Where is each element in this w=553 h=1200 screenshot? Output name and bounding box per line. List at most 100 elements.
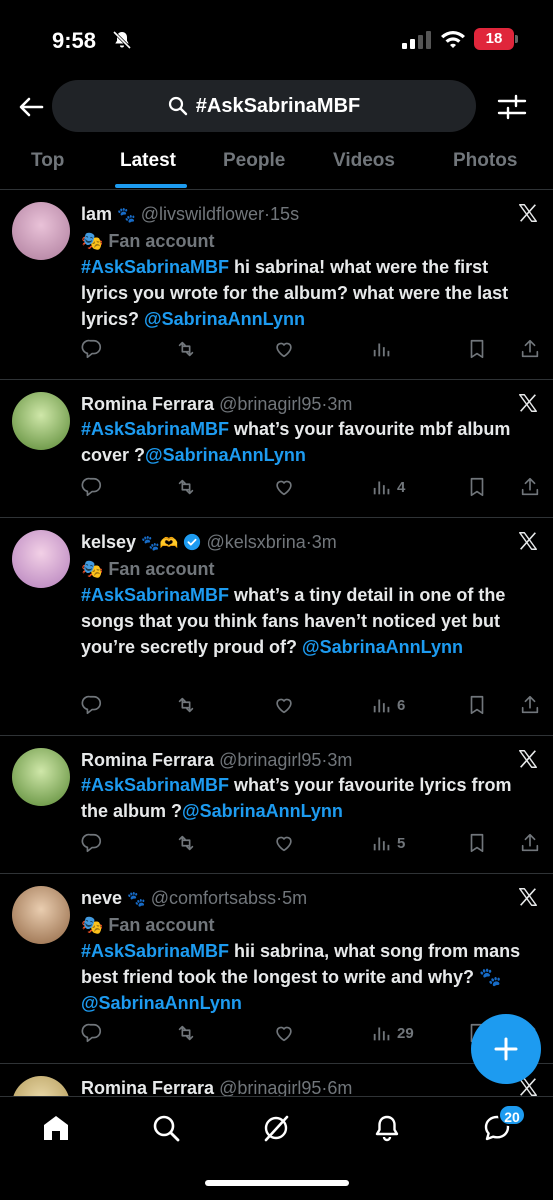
repost-icon	[178, 1025, 194, 1041]
hashtag-link[interactable]: #AskSabrinaMBF	[81, 257, 229, 277]
repost-button[interactable]	[175, 1022, 197, 1044]
theater-mask-icon: 🎭	[81, 231, 109, 251]
post[interactable]: kelsey 🐾🫶 @kelsxbrina·3m 🎭 Fan account #As…	[0, 518, 553, 736]
x-logo-icon[interactable]	[517, 748, 539, 770]
mention-link[interactable]: @SabrinaAnnLynn	[145, 445, 306, 465]
grok-icon[interactable]	[261, 1113, 291, 1143]
compose-post-button[interactable]	[471, 1014, 541, 1084]
fan-account-text: Fan account	[108, 231, 215, 251]
author-name[interactable]: neve	[81, 888, 122, 908]
share-icon	[521, 339, 539, 358]
x-logo-icon[interactable]	[517, 886, 539, 908]
reply-button[interactable]	[81, 476, 103, 498]
post[interactable]: Romina Ferrara @brinagirl95·3m #AskSabrin…	[0, 380, 553, 518]
author-handle[interactable]: @livswildflower	[141, 204, 264, 224]
x-logo-icon[interactable]	[517, 392, 539, 414]
reply-button[interactable]	[81, 694, 103, 716]
name-emoji: 🐾	[117, 207, 136, 224]
author-name[interactable]: Romina Ferrara	[81, 1078, 214, 1098]
repost-button[interactable]	[175, 338, 197, 360]
avatar[interactable]	[12, 748, 70, 806]
author-name[interactable]: kelsey	[81, 532, 136, 552]
share-button[interactable]	[519, 476, 541, 498]
hashtag-link[interactable]: #AskSabrinaMBF	[81, 775, 229, 795]
share-button[interactable]	[519, 832, 541, 854]
bookmark-icon	[470, 339, 484, 359]
views-button[interactable]: 4	[371, 476, 405, 498]
reply-button[interactable]	[81, 338, 103, 360]
tab-videos[interactable]: Videos	[333, 150, 395, 172]
repost-button[interactable]	[175, 832, 197, 854]
bookmark-button[interactable]	[466, 476, 488, 498]
views-chart-icon	[373, 481, 390, 495]
like-button[interactable]	[273, 338, 295, 360]
author-name[interactable]: lam	[81, 204, 112, 224]
bookmark-button[interactable]	[466, 338, 488, 360]
fan-account-text: Fan account	[108, 559, 215, 579]
post-header: Romina Ferrara @brinagirl95·3m	[81, 392, 529, 416]
mention-link[interactable]: @SabrinaAnnLynn	[144, 309, 305, 329]
author-handle[interactable]: @brinagirl95	[219, 1078, 321, 1098]
repost-button[interactable]	[175, 694, 197, 716]
search-input[interactable]: #AskSabrinaMBF	[52, 80, 476, 132]
hashtag-link[interactable]: #AskSabrinaMBF	[81, 419, 229, 439]
filter-settings-icon[interactable]	[496, 92, 528, 122]
active-tab-indicator	[115, 184, 187, 188]
avatar[interactable]	[12, 202, 70, 260]
back-arrow-icon[interactable]	[16, 92, 46, 122]
search-nav-icon[interactable]	[151, 1113, 181, 1143]
post-text: #AskSabrinaMBF what’s a tiny detail in o…	[81, 582, 529, 660]
avatar[interactable]	[12, 530, 70, 588]
repost-icon	[178, 697, 194, 713]
like-button[interactable]	[273, 476, 295, 498]
mention-link[interactable]: @SabrinaAnnLynn	[81, 993, 242, 1013]
views-button[interactable]: 6	[371, 694, 405, 716]
mention-link[interactable]: @SabrinaAnnLynn	[302, 637, 463, 657]
tab-top[interactable]: Top	[31, 150, 64, 172]
x-logo-icon[interactable]	[517, 202, 539, 224]
views-button[interactable]: 5	[371, 832, 405, 854]
tab-latest[interactable]: Latest	[120, 150, 176, 172]
avatar[interactable]	[12, 392, 70, 450]
post[interactable]: Romina Ferrara @brinagirl95·3m #AskSabrin…	[0, 736, 553, 874]
reply-button[interactable]	[81, 1022, 103, 1044]
views-button[interactable]	[371, 338, 393, 360]
hashtag-link[interactable]: #AskSabrinaMBF	[81, 941, 229, 961]
bookmark-button[interactable]	[466, 832, 488, 854]
share-button[interactable]	[519, 338, 541, 360]
share-button[interactable]	[519, 694, 541, 716]
reply-icon	[81, 477, 102, 497]
post-header: neve 🐾 @comfortsabss·5m	[81, 886, 529, 912]
post-actions: 5	[81, 832, 541, 856]
like-heart-icon	[276, 698, 292, 714]
bookmark-button[interactable]	[466, 694, 488, 716]
author-handle[interactable]: @brinagirl95	[219, 750, 321, 770]
author-name[interactable]: Romina Ferrara	[81, 750, 214, 770]
name-emoji: 🐾🫶	[141, 535, 179, 552]
tab-photos[interactable]: Photos	[453, 150, 517, 172]
hashtag-link[interactable]: #AskSabrinaMBF	[81, 585, 229, 605]
post-time: 5m	[282, 888, 308, 908]
post[interactable]: neve 🐾 @comfortsabss·5m 🎭 Fan account #Ask…	[0, 874, 553, 1064]
reply-button[interactable]	[81, 832, 103, 854]
home-icon[interactable]	[41, 1113, 71, 1143]
mention-link[interactable]: @SabrinaAnnLynn	[182, 801, 343, 821]
post[interactable]: lam 🐾 @livswildflower·15s 🎭 Fan account #A…	[0, 190, 553, 380]
author-handle[interactable]: @kelsxbrina	[206, 532, 305, 552]
author-handle[interactable]: @comfortsabss	[151, 888, 276, 908]
post-actions: 4	[81, 476, 541, 500]
like-button[interactable]	[273, 832, 295, 854]
repost-button[interactable]	[175, 476, 197, 498]
status-bar: 9:58 18	[0, 0, 553, 80]
messages-badge: 20	[498, 1104, 526, 1126]
name-emoji: 🐾	[127, 891, 146, 908]
notifications-bell-icon[interactable]	[372, 1113, 402, 1143]
like-button[interactable]	[273, 694, 295, 716]
author-handle[interactable]: @brinagirl95	[219, 394, 321, 414]
tab-people[interactable]: People	[223, 150, 285, 172]
views-button[interactable]: 29	[371, 1022, 414, 1044]
x-logo-icon[interactable]	[517, 530, 539, 552]
avatar[interactable]	[12, 886, 70, 944]
author-name[interactable]: Romina Ferrara	[81, 394, 214, 414]
like-button[interactable]	[273, 1022, 295, 1044]
